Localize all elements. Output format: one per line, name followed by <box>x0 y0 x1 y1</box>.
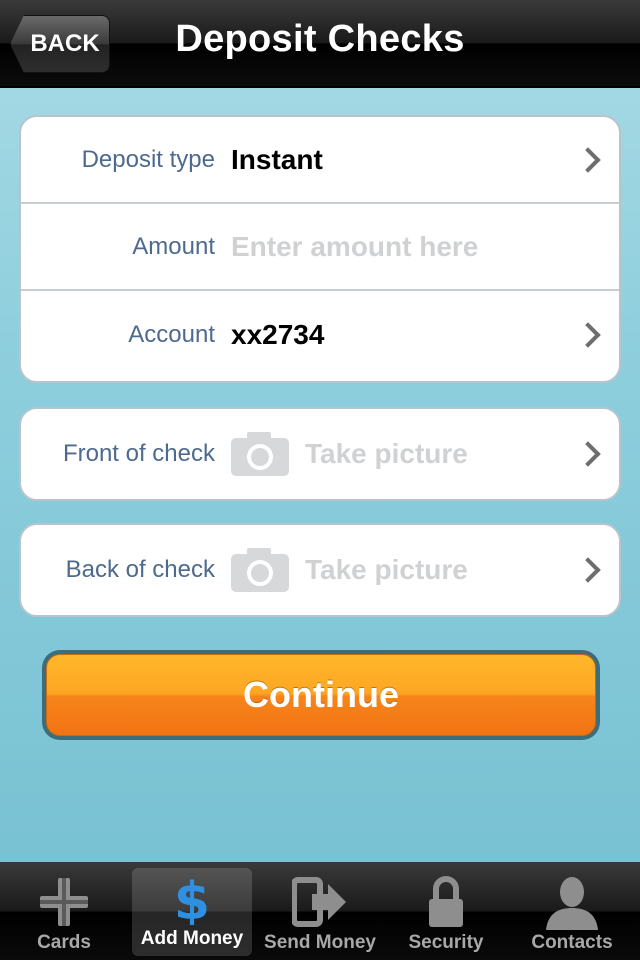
account-value: xx2734 <box>231 318 325 350</box>
front-of-check-label: Front of check <box>62 440 215 467</box>
amount-label: Amount <box>132 232 215 260</box>
dollar-icon: $ <box>162 870 222 926</box>
back-of-check-label: Back of check <box>65 556 215 583</box>
deposit-form-card: Deposit type Instant Amount Enter amount… <box>19 115 621 383</box>
continue-button-frame: Continue <box>42 650 600 740</box>
tab-label: Contacts <box>531 932 613 953</box>
deposit-type-label: Deposit type <box>81 145 215 173</box>
chevron-right-icon <box>575 557 601 583</box>
back-of-check-row[interactable]: Back of check Take picture <box>21 525 619 615</box>
tab-label: Security <box>408 932 484 953</box>
account-row[interactable]: Account xx2734 <box>21 291 619 378</box>
tab-send-money[interactable]: Send Money <box>252 862 388 960</box>
deposit-type-row[interactable]: Deposit type Instant <box>21 117 619 204</box>
person-icon <box>542 874 602 930</box>
front-of-check-card[interactable]: Front of check Take picture <box>19 407 621 501</box>
tab-security[interactable]: Security <box>388 862 504 960</box>
amount-input[interactable]: Enter amount here <box>231 231 478 263</box>
svg-text:$: $ <box>174 872 210 925</box>
tab-bar: Cards $ Add Money Send Money Security Co… <box>0 862 640 960</box>
tab-cards[interactable]: Cards <box>0 862 128 960</box>
tab-label: Add Money <box>140 928 244 949</box>
chevron-right-icon <box>575 321 601 348</box>
camera-icon <box>231 548 289 592</box>
tab-label: Cards <box>37 932 91 953</box>
deposit-type-value: Instant <box>231 143 323 175</box>
continue-button[interactable]: Continue <box>46 654 596 736</box>
chevron-right-icon <box>575 441 601 467</box>
send-money-icon <box>290 874 350 930</box>
amount-row[interactable]: Amount Enter amount here <box>21 204 619 291</box>
back-of-check-card[interactable]: Back of check Take picture <box>19 523 621 617</box>
chevron-right-icon <box>575 146 601 173</box>
take-picture-label: Take picture <box>305 554 468 585</box>
cards-icon <box>34 874 94 930</box>
navigation-bar: BACK Deposit Checks <box>0 0 640 88</box>
take-picture-label: Take picture <box>305 438 468 469</box>
page-title: Deposit Checks <box>175 18 465 60</box>
tab-add-money[interactable]: $ Add Money <box>132 868 252 956</box>
tab-contacts[interactable]: Contacts <box>504 862 640 960</box>
lock-icon <box>416 874 476 930</box>
tab-label: Send Money <box>264 932 376 953</box>
camera-icon <box>231 432 289 476</box>
account-label: Account <box>128 320 215 348</box>
front-of-check-row[interactable]: Front of check Take picture <box>21 409 619 499</box>
